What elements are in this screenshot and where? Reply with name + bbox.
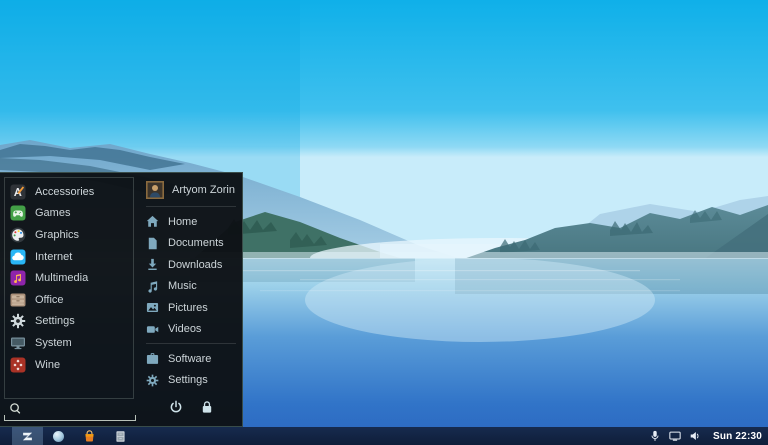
item-label: Office [35,293,64,306]
item-label: Pictures [168,301,208,314]
category-system[interactable]: System [5,332,133,354]
picture-icon [146,301,159,314]
document-icon [146,237,159,250]
graphics-icon [10,227,26,243]
multimedia-icon [10,270,26,286]
item-label: Graphics [35,228,80,241]
accessories-icon [10,184,26,200]
software-store-button[interactable] [74,427,105,445]
volume-icon[interactable] [689,430,701,442]
launcher-area [12,427,136,445]
lock-button[interactable] [198,398,216,419]
microphone-icon[interactable] [649,430,661,442]
item-label: Settings [168,374,208,387]
browser-icon [52,430,65,443]
item-label: Wine [35,358,61,371]
item-label: Internet [35,250,73,263]
category-settings[interactable]: Settings [5,311,133,333]
category-list: Accessories Games Graphics Internet Multimed… [4,177,134,400]
item-label: Home [168,215,198,228]
zorin-menu-button[interactable] [12,427,43,445]
briefcase-icon [146,352,159,365]
place-music[interactable]: Music [146,276,236,298]
item-label: Games [35,207,71,220]
category-games[interactable]: Games [5,203,133,225]
category-multimedia[interactable]: Multimedia [5,267,133,289]
display-icon[interactable] [669,430,681,442]
home-icon [146,215,159,228]
office-icon [10,292,26,308]
gear-icon [146,374,159,387]
category-graphics[interactable]: Graphics [5,224,133,246]
search-field[interactable] [4,399,136,421]
item-label: System [35,336,72,349]
item-label: Accessories [35,185,95,198]
shortcuts-list: Software Settings [146,348,236,391]
divider [146,343,236,344]
place-pictures[interactable]: Pictures [146,297,236,319]
place-videos[interactable]: Videos [146,319,236,341]
power-button[interactable] [167,398,185,419]
clock[interactable]: Sun 22:30 [713,431,762,442]
file-manager-button[interactable] [105,427,136,445]
place-downloads[interactable]: Downloads [146,254,236,276]
games-icon [10,205,26,221]
download-icon [146,258,159,271]
internet-icon [10,249,26,265]
category-internet[interactable]: Internet [5,246,133,268]
avatar [146,180,164,199]
software-bag-icon [83,429,96,443]
browser-button[interactable] [43,427,74,445]
settings-category-icon [10,313,26,329]
zorin-icon [21,430,34,443]
app-menu-panel: Accessories Games Graphics Internet Multimed… [0,172,243,427]
shortcut-software[interactable]: Software [146,348,236,370]
item-label: Software [168,352,212,365]
item-label: Downloads [168,258,223,271]
item-label: Multimedia [35,272,89,285]
item-label: Videos [168,323,202,336]
wine-icon [10,357,26,373]
file-cabinet-icon [114,430,127,443]
lock-icon [200,400,214,417]
taskbar: Sun 22:30 [0,427,768,445]
user-profile[interactable]: Artyom Zorin [146,176,236,203]
category-office[interactable]: Office [5,289,133,311]
session-row [146,398,236,422]
divider [146,206,236,207]
desktop: Accessories Games Graphics Internet Multimed… [0,0,768,445]
item-label: Settings [35,315,75,328]
shortcut-settings[interactable]: Settings [146,370,236,392]
category-accessories[interactable]: Accessories [5,181,133,203]
user-name: Artyom Zorin [172,183,235,196]
place-documents[interactable]: Documents [146,233,236,255]
item-label: Music [168,280,197,293]
item-label: Documents [168,237,224,250]
system-icon [10,335,26,351]
power-icon [169,400,183,417]
place-home[interactable]: Home [146,211,236,233]
places-list: Home Documents Downloads Music Pictures Video… [146,211,236,340]
search-icon [9,402,22,418]
menu-left-column: Accessories Games Graphics Internet Multimed… [0,173,137,426]
music-icon [146,280,159,293]
menu-right-column: Artyom Zorin Home Documents Downloads Music… [137,173,242,426]
category-wine[interactable]: Wine [5,354,133,376]
video-icon [146,323,159,336]
system-tray: Sun 22:30 [649,430,762,442]
